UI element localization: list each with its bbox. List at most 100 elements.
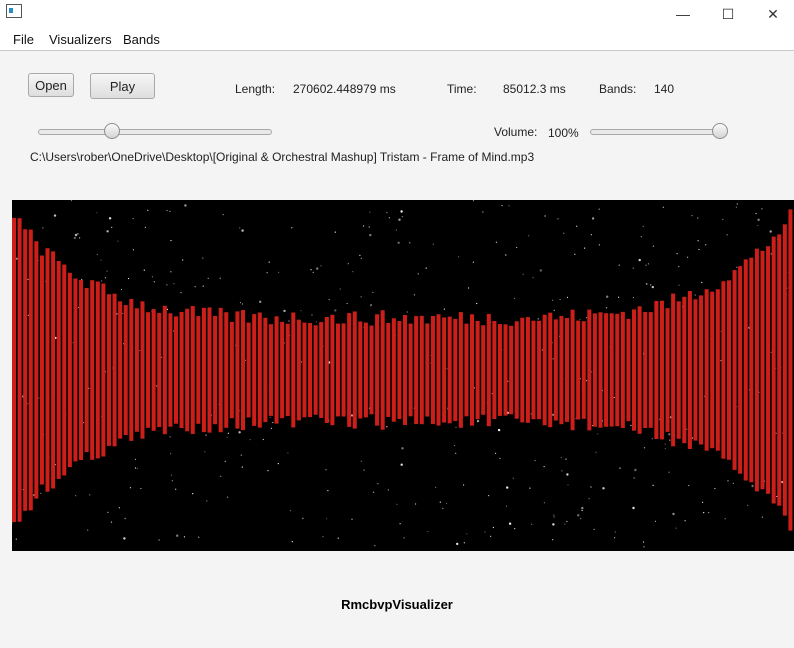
band-bar (470, 314, 475, 426)
star (552, 299, 554, 301)
star (755, 212, 757, 215)
band-bar (492, 321, 497, 419)
star (664, 443, 666, 445)
band-bar (743, 259, 748, 481)
star (458, 256, 460, 258)
star (406, 311, 408, 313)
star (175, 488, 177, 490)
band-bar (481, 325, 486, 415)
star (678, 284, 680, 286)
star (401, 447, 404, 450)
star (96, 212, 98, 214)
menu-file[interactable]: File (13, 32, 34, 47)
progress-thumb[interactable] (104, 123, 121, 139)
star (506, 486, 509, 489)
band-bar (375, 314, 380, 426)
play-button[interactable]: Play (90, 73, 155, 99)
star (561, 470, 563, 472)
band-bar (246, 322, 251, 418)
star (532, 277, 534, 279)
star (347, 263, 349, 265)
star (171, 480, 173, 482)
band-bar (620, 311, 625, 428)
open-button[interactable]: Open (28, 73, 74, 97)
star (277, 463, 279, 465)
star (736, 406, 738, 408)
band-bar (537, 320, 542, 420)
bands-label: Bands: (599, 82, 637, 96)
app-icon (6, 4, 22, 18)
star (170, 453, 172, 455)
star (173, 283, 175, 285)
star (368, 226, 370, 228)
star (463, 542, 465, 544)
star (143, 269, 145, 271)
star (270, 427, 273, 429)
star (206, 500, 208, 502)
star (302, 517, 304, 519)
star (664, 447, 666, 450)
minimize-button[interactable]: — (660, 0, 706, 28)
star (751, 484, 754, 488)
star (129, 487, 132, 489)
star (117, 240, 119, 242)
star (757, 218, 760, 221)
star (651, 438, 653, 440)
star (316, 267, 319, 270)
star (337, 537, 339, 539)
star (638, 258, 641, 262)
star (507, 380, 509, 382)
band-bar (39, 255, 44, 485)
star (528, 235, 530, 237)
star (606, 295, 609, 298)
star (226, 436, 228, 438)
star (346, 302, 348, 305)
band-bar (403, 315, 408, 425)
star (566, 296, 569, 298)
star (581, 506, 584, 510)
star (652, 484, 654, 486)
star (170, 474, 172, 476)
star (238, 431, 241, 434)
star (334, 231, 336, 233)
menu-visualizers[interactable]: Visualizers (49, 32, 112, 47)
star (702, 501, 704, 503)
star (369, 233, 372, 237)
band-bar (17, 218, 22, 522)
band-bar (458, 312, 463, 428)
menu-bar: File Visualizers Bands (0, 28, 794, 51)
star (77, 233, 79, 235)
star (120, 288, 123, 291)
star (467, 287, 470, 289)
star (732, 482, 734, 484)
progress-slider[interactable] (38, 123, 272, 139)
band-bar (604, 313, 609, 427)
star (241, 466, 243, 468)
star (488, 495, 490, 497)
star (176, 534, 179, 537)
star (352, 271, 354, 273)
star (534, 459, 536, 462)
time-label: Time: (447, 82, 477, 96)
star (134, 467, 137, 469)
star (111, 226, 113, 228)
star (455, 452, 457, 454)
star (446, 502, 448, 504)
star (369, 211, 371, 213)
band-bar (380, 310, 385, 430)
star (642, 225, 644, 227)
star (104, 277, 107, 279)
maximize-button[interactable]: ☐ (705, 0, 751, 28)
volume-slider[interactable] (590, 123, 728, 139)
star (720, 360, 722, 362)
close-button[interactable]: ✕ (750, 0, 794, 28)
star (249, 439, 251, 441)
volume-thumb[interactable] (712, 123, 728, 139)
band-bar (296, 319, 301, 421)
star (577, 514, 580, 517)
menu-bands[interactable]: Bands (123, 32, 160, 47)
star (12, 522, 13, 524)
star (593, 528, 595, 530)
star (668, 433, 671, 436)
star (662, 206, 664, 208)
